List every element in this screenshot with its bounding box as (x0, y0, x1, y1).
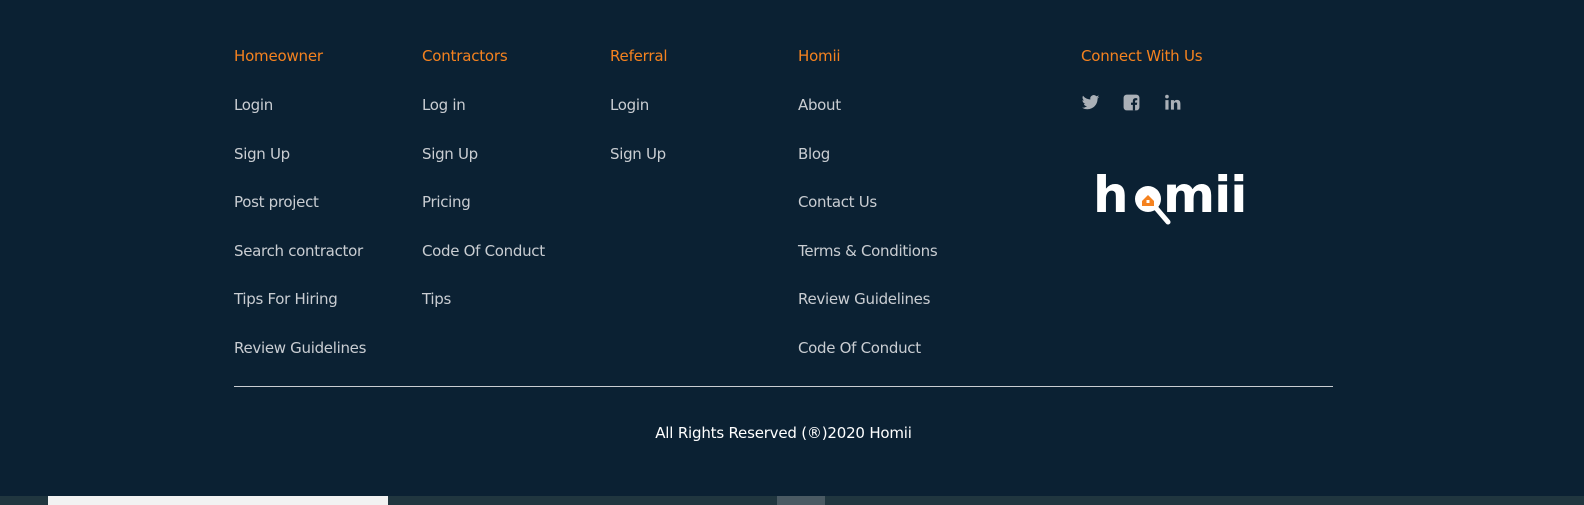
footer-link[interactable]: About (798, 95, 937, 115)
facebook-icon[interactable] (1122, 93, 1141, 112)
homii-logo[interactable]: h mii (1093, 165, 1248, 241)
column-heading: Homii (798, 47, 841, 65)
footer-link[interactable]: Contact Us (798, 192, 937, 212)
footer-link[interactable]: Review Guidelines (798, 289, 937, 309)
footer-link[interactable]: Tips For Hiring (234, 289, 366, 309)
footer-link[interactable]: Code Of Conduct (422, 241, 545, 261)
footer-column-homii: Homii About Blog Contact Us Terms & Conditio… (798, 46, 938, 387)
footer-column-contractors: Contractors Log in Sign Up Pricing Code Of C… (422, 46, 545, 338)
footer-link[interactable]: Sign Up (422, 144, 545, 164)
footer-link[interactable]: Terms & Conditions (798, 241, 938, 261)
footer-column-homeowner: Homeowner Login Sign Up Post project Search … (234, 46, 366, 387)
footer-link[interactable]: Pricing (422, 192, 545, 212)
twitter-icon[interactable] (1081, 93, 1100, 112)
linkedin-icon[interactable] (1163, 93, 1182, 112)
scrollbar-thumb[interactable] (48, 496, 388, 505)
connect-column: Connect With Us (1081, 46, 1203, 112)
footer-divider (234, 386, 1333, 387)
footer-link[interactable]: Sign Up (234, 144, 366, 164)
connect-heading: Connect With Us (1081, 47, 1203, 65)
footer-link[interactable]: Login (610, 95, 667, 115)
column-heading: Contractors (422, 47, 508, 65)
footer-link[interactable]: Login (234, 95, 366, 115)
footer-link[interactable]: Search contractor (234, 241, 366, 261)
footer-link[interactable]: Tips (422, 289, 545, 309)
column-heading: Homeowner (234, 47, 323, 65)
footer-link[interactable]: Code Of Conduct (798, 338, 937, 358)
column-heading: Referral (610, 47, 668, 65)
footer-link[interactable]: Review Guidelines (234, 338, 366, 358)
scrollbar-marker[interactable] (777, 496, 825, 505)
footer-column-referral: Referral Login Sign Up (610, 46, 668, 192)
footer-link[interactable]: Log in (422, 95, 545, 115)
footer-link[interactable]: Sign Up (610, 144, 667, 164)
copyright-text: All Rights Reserved (®)2020 Homii (655, 424, 912, 442)
footer-link[interactable]: Post project (234, 192, 366, 212)
svg-text:mii: mii (1163, 166, 1246, 224)
footer-link[interactable]: Blog (798, 144, 937, 164)
svg-text:h: h (1093, 166, 1128, 224)
